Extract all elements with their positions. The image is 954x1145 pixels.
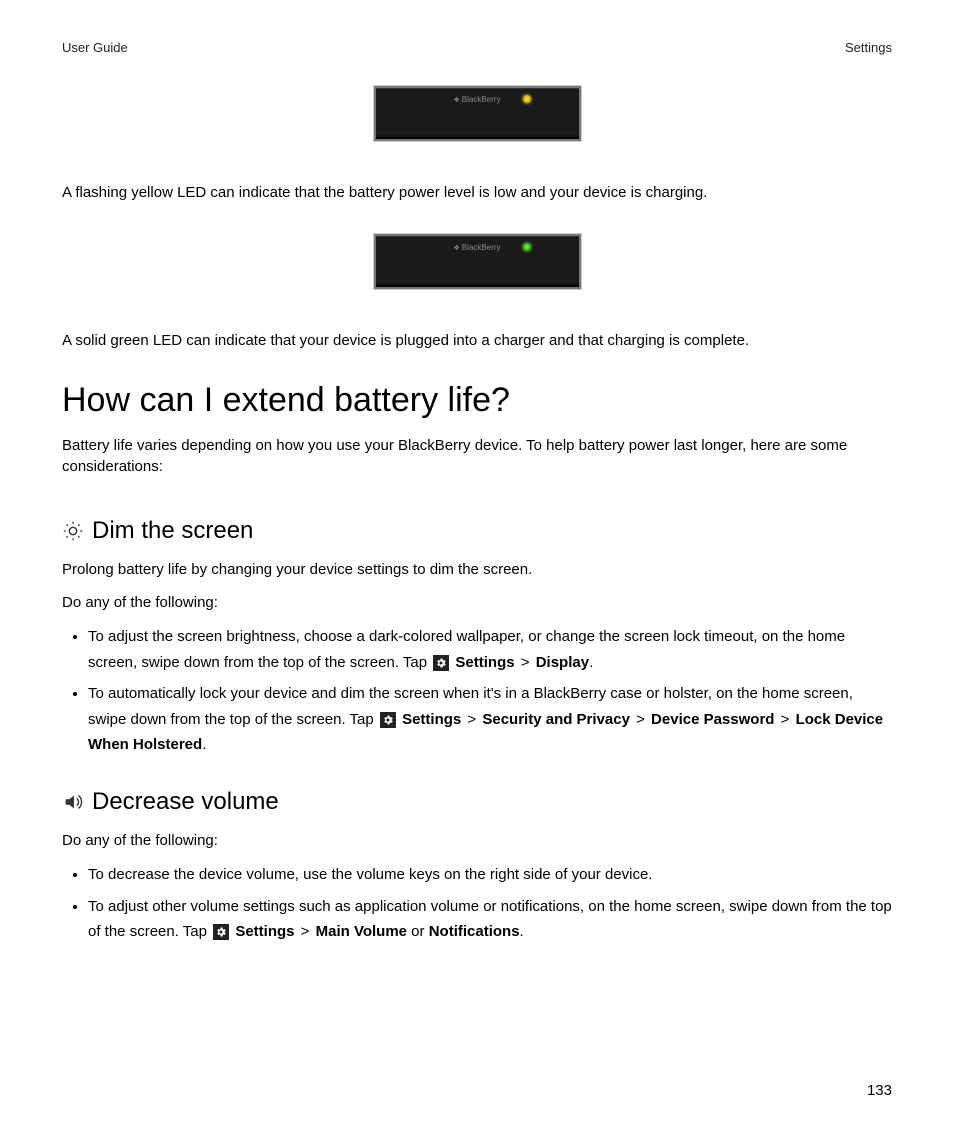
green-led-description: A solid green LED can indicate that your… (62, 330, 892, 351)
list-item: To decrease the device volume, use the v… (88, 862, 892, 888)
device-figure-green: BlackBerry (62, 233, 892, 290)
dim-screen-heading: Dim the screen (62, 517, 892, 545)
device-image: BlackBerry (373, 233, 582, 290)
list-item: To adjust other volume settings such as … (88, 894, 892, 945)
device-figure-yellow: BlackBerry (62, 85, 892, 142)
device-image: BlackBerry (373, 85, 582, 142)
page-title: How can I extend battery life? (62, 381, 892, 420)
yellow-led-description: A flashing yellow LED can indicate that … (62, 182, 892, 203)
device-brand-label: BlackBerry (376, 95, 579, 104)
dim-paragraph-2: Do any of the following: (62, 592, 892, 615)
device-brand-label: BlackBerry (376, 243, 579, 252)
dim-paragraph-1: Prolong battery life by changing your de… (62, 559, 892, 582)
main-intro: Battery life varies depending on how you… (62, 435, 892, 477)
volume-icon (62, 791, 84, 813)
list-item: To adjust the screen brightness, choose … (88, 624, 892, 675)
settings-gear-icon (380, 712, 396, 728)
dim-list: To adjust the screen brightness, choose … (62, 624, 892, 758)
volume-paragraph-1: Do any of the following: (62, 830, 892, 853)
brightness-icon (62, 520, 84, 542)
header-left: User Guide (62, 40, 128, 55)
volume-list: To decrease the device volume, use the v… (62, 862, 892, 945)
decrease-volume-heading: Decrease volume (62, 788, 892, 816)
page-header: User Guide Settings (62, 40, 892, 55)
settings-gear-icon (213, 924, 229, 940)
led-green-icon (523, 243, 531, 251)
list-item: To automatically lock your device and di… (88, 681, 892, 758)
volume-heading-label: Decrease volume (92, 788, 279, 816)
header-right: Settings (845, 40, 892, 55)
dim-heading-label: Dim the screen (92, 517, 253, 545)
settings-gear-icon (433, 655, 449, 671)
led-yellow-icon (523, 95, 531, 103)
page-number: 133 (867, 1082, 892, 1099)
